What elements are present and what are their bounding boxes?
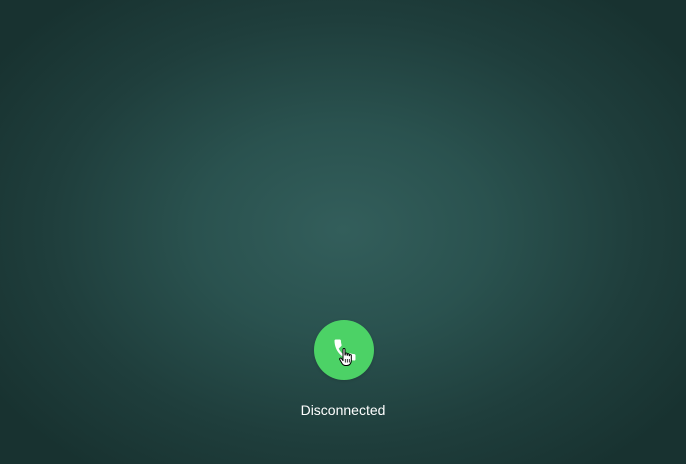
- phone-icon: [334, 339, 356, 361]
- call-status-text: Disconnected: [300, 402, 386, 418]
- call-screen: Disconnected: [0, 0, 686, 464]
- call-button[interactable]: [314, 320, 374, 380]
